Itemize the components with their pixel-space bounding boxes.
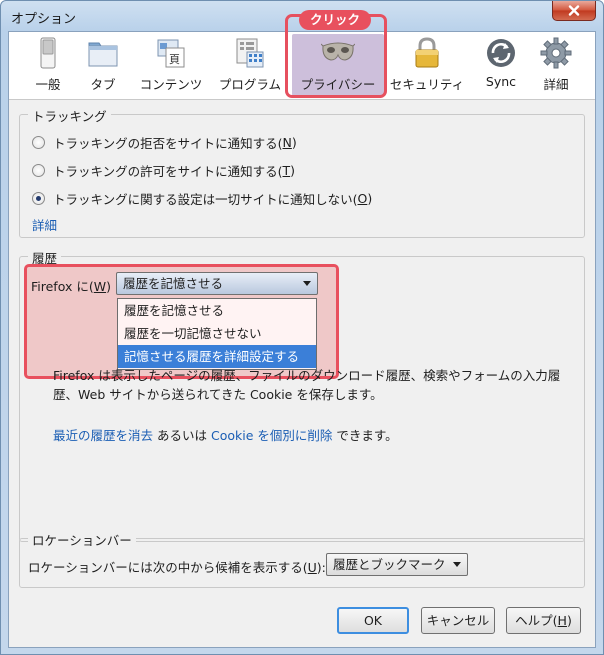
location-bar-suggest-select[interactable]: 履歴とブックマーク [326, 553, 468, 576]
tab-security-label: セキュリティ [389, 77, 465, 92]
tab-general[interactable]: 一般 [27, 34, 69, 96]
access-key: U [307, 560, 317, 575]
tracking-option-label: トラッキングの許可をサイトに通知する( [53, 163, 283, 179]
access-key: O [357, 190, 368, 206]
close-button[interactable] [552, 1, 596, 21]
dropdown-option-never[interactable]: 履歴を一切記憶させない [118, 322, 316, 345]
dropdown-option-remember[interactable]: 履歴を記憶させる [118, 299, 316, 322]
help-prefix: ヘルプ( [515, 613, 558, 628]
tab-security[interactable]: セキュリティ [388, 34, 466, 96]
help-button[interactable]: ヘルプ(H) [506, 607, 581, 634]
location-bar-prompt: ロケーションバーには次の中から候補を表示する(U): [28, 557, 326, 576]
label-suffix: ): [316, 560, 326, 575]
tail-text: できます。 [332, 428, 398, 443]
label-suffix: ) [291, 134, 297, 150]
tab-general-label: 一般 [35, 77, 61, 92]
history-mode-value: 履歴を記憶させる [123, 276, 224, 291]
access-key: W [93, 279, 107, 294]
window-title: オプション [11, 12, 77, 27]
radio-button-checked[interactable] [32, 191, 45, 205]
category-toolbar: 一般 タブ 頁 コンテンツ プログラム プライバシー セキュリティ Sync 詳… [9, 10, 595, 100]
switch-icon [40, 37, 56, 69]
sync-arrows-icon [487, 39, 515, 67]
firefox-history-label: Firefox に(W) [31, 276, 111, 295]
firefox-prefix: Firefox に( [31, 279, 94, 294]
tracking-option-no-notify[interactable]: トラッキングに関する設定は一切サイトに通知しない(O) [32, 189, 372, 207]
tracking-option-label: トラッキングの拒否をサイトに通知する( [53, 135, 283, 151]
label-suffix: ) [290, 162, 296, 178]
tab-programs[interactable]: プログラム [215, 34, 285, 96]
tab-content[interactable]: 頁 コンテンツ [135, 34, 207, 96]
remove-cookies-link[interactable]: Cookie を個別に削除 [211, 428, 332, 443]
location-bar-group-title: ロケーションバー [28, 530, 136, 549]
history-mode-dropdown: 履歴を記憶させる 履歴を一切記憶させない 記憶させる履歴を詳細設定する [117, 298, 317, 370]
options-client-area: 一般 タブ 頁 コンテンツ プログラム プライバシー セキュリティ Sync 詳… [8, 10, 596, 648]
padlock-icon [415, 37, 439, 68]
access-key: N [282, 134, 292, 150]
connector-text: あるいは [153, 428, 211, 443]
location-bar-group: ロケーションバー ロケーションバーには次の中から候補を表示する(U): 履歴とブ… [19, 530, 585, 588]
label-suffix: ) [367, 190, 373, 206]
svg-text:頁: 頁 [169, 53, 180, 66]
cancel-button[interactable]: キャンセル [421, 607, 495, 634]
radio-dot [36, 195, 41, 201]
chevron-down-icon [453, 562, 461, 567]
tab-advanced-label: 詳細 [543, 77, 569, 92]
history-actions-line: 最近の履歴を消去 あるいは Cookie を個別に削除 できます。 [53, 426, 563, 446]
click-callout-tag: クリック [299, 10, 371, 30]
tab-tabs[interactable]: タブ [81, 34, 125, 96]
options-window: オプション 一般 タブ 頁 コンテンツ プログラム プライバシー セキュリティ … [0, 0, 604, 655]
access-key: T [282, 162, 291, 178]
label-suffix: ) [566, 613, 572, 628]
ok-button[interactable]: OK [337, 607, 409, 634]
radio-button[interactable] [32, 135, 45, 149]
access-key: H [557, 613, 567, 628]
tab-content-label: コンテンツ [139, 77, 203, 92]
prompt-prefix: ロケーションバーには次の中から候補を表示する( [28, 560, 308, 575]
tracking-group-title: トラッキング [28, 106, 111, 125]
tab-tabs-label: タブ [90, 77, 116, 92]
close-icon [568, 5, 580, 16]
dropdown-option-custom[interactable]: 記憶させる履歴を詳細設定する [118, 345, 316, 368]
programs-grid-icon [236, 38, 264, 68]
gear-icon [540, 37, 572, 69]
tracking-option-label: トラッキングに関する設定は一切サイトに通知しない( [53, 191, 358, 207]
tabs-window-icon [88, 42, 118, 67]
tracking-details-link[interactable]: 詳細 [32, 215, 57, 234]
history-description-line1: Firefox は表示したページの履歴、ファイルのダウンロード履歴、検索やフォー… [53, 368, 561, 383]
label-suffix: ) [106, 279, 111, 294]
history-description-line2: 歴、Web サイトから送られてきた Cookie を保存します。 [53, 387, 383, 402]
location-bar-suggest-value: 履歴とブックマーク [333, 557, 446, 572]
tab-programs-label: プログラム [218, 77, 282, 92]
tab-advanced[interactable]: 詳細 [536, 34, 576, 96]
tab-sync[interactable]: Sync [482, 34, 520, 96]
tracking-group: トラッキング トラッキングの拒否をサイトに通知する(N) トラッキングの許可をサ… [19, 106, 585, 238]
history-mode-select[interactable]: 履歴を記憶させる [116, 272, 318, 295]
tab-sync-label: Sync [485, 74, 517, 89]
clear-history-link[interactable]: 最近の履歴を消去 [53, 428, 153, 443]
content-page-icon: 頁 [157, 39, 185, 68]
chevron-down-icon [303, 281, 311, 286]
tracking-option-do-not-track[interactable]: トラッキングの拒否をサイトに通知する(N) [32, 133, 297, 151]
tracking-option-allow-track[interactable]: トラッキングの許可をサイトに通知する(T) [32, 161, 295, 179]
radio-button[interactable] [32, 163, 45, 177]
